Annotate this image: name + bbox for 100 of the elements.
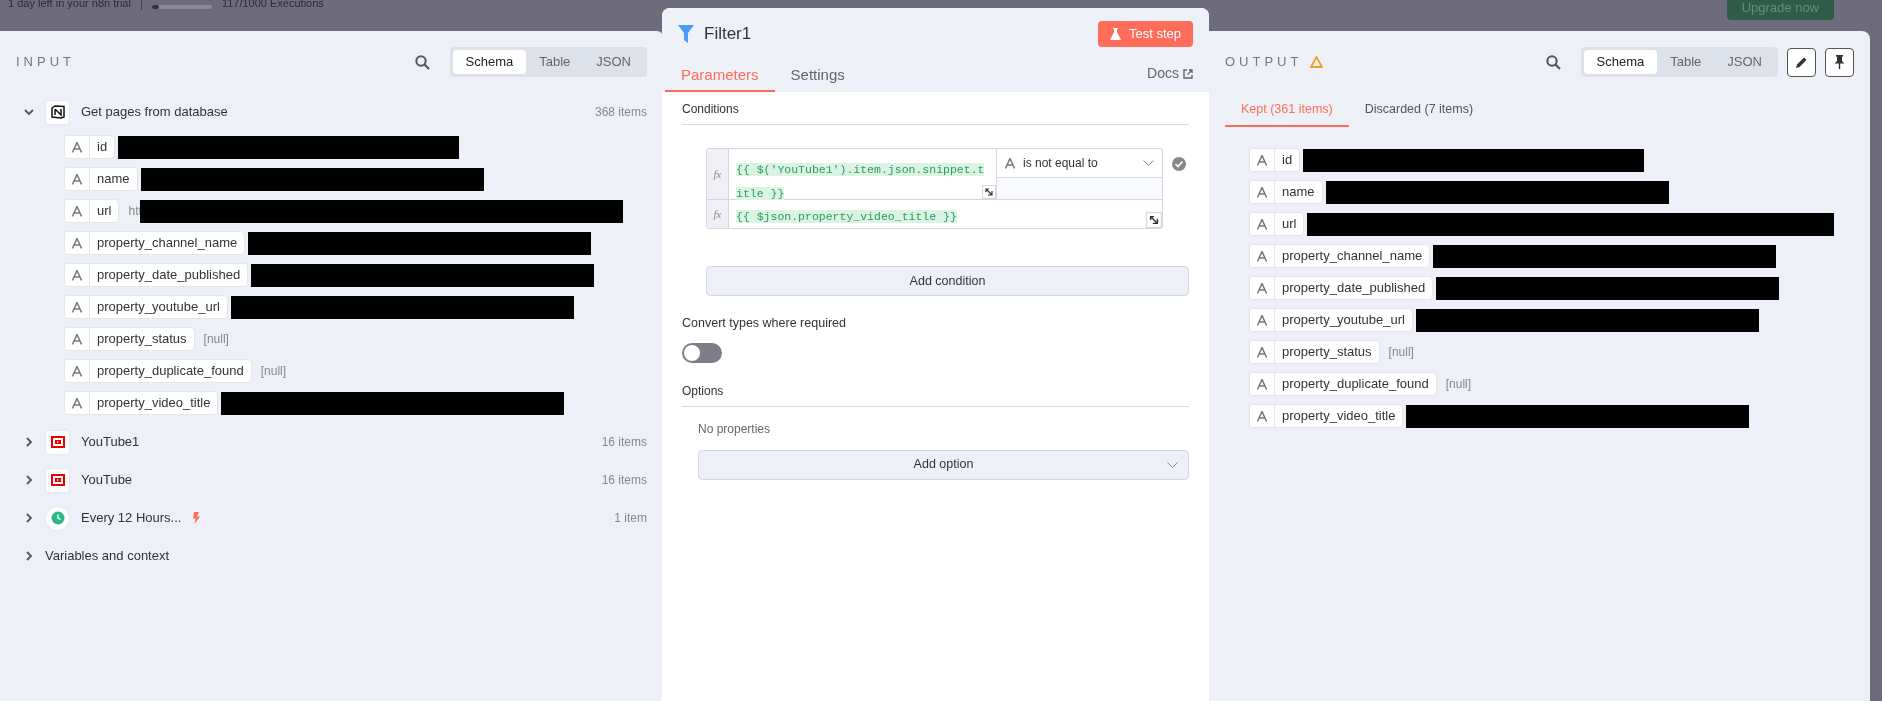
chevron-right-icon[interactable]: [24, 437, 34, 447]
pencil-icon: [1795, 55, 1808, 69]
field-name: id: [1281, 151, 1294, 170]
field-name: url: [1281, 215, 1298, 234]
node-name: YouTube: [81, 471, 133, 490]
field-pill[interactable]: property_duplicate_found: [1249, 372, 1437, 396]
node-title: Filter1: [704, 23, 752, 46]
filter-icon: [678, 25, 694, 43]
string-type-icon: [72, 301, 82, 313]
video-icon: [50, 474, 65, 486]
pin-button[interactable]: [1825, 47, 1854, 77]
chevron-down-icon: [1167, 461, 1178, 469]
video-icon: [50, 436, 65, 448]
field-pill[interactable]: property_video_title: [64, 391, 219, 415]
view-tab[interactable]: Table: [1657, 50, 1715, 74]
field-value: [null]: [1388, 344, 1414, 361]
view-tab[interactable]: Schema: [452, 50, 527, 74]
view-tab[interactable]: JSON: [583, 50, 644, 74]
chevron-down-icon[interactable]: [24, 107, 34, 117]
add-condition-button[interactable]: Add condition: [706, 266, 1189, 296]
search-icon[interactable]: [1545, 54, 1561, 70]
search-icon[interactable]: [414, 54, 430, 70]
view-tab[interactable]: Table: [526, 50, 584, 74]
field-value: [null]: [1445, 376, 1472, 393]
node-row[interactable]: Every 12 Hours... 1 item: [24, 499, 647, 537]
field-pill[interactable]: name: [64, 167, 138, 191]
field-pill[interactable]: property_channel_name: [1249, 244, 1431, 268]
node-row[interactable]: YouTube 16 items: [24, 461, 647, 499]
field-name: property_youtube_url: [96, 298, 221, 317]
clock-icon: [50, 511, 65, 525]
value-field[interactable]: [997, 178, 1162, 199]
variables-row[interactable]: Variables and context: [24, 537, 647, 575]
variables-label: Variables and context: [45, 547, 170, 566]
field-value: [null]: [203, 331, 229, 348]
node-name: Every 12 Hours...: [81, 509, 182, 528]
string-type-icon: [1257, 250, 1267, 262]
chevron-right-icon[interactable]: [24, 551, 34, 561]
field-pill[interactable]: id: [1249, 148, 1301, 172]
pin-icon: [1834, 55, 1845, 69]
expand-icon[interactable]: [1146, 212, 1162, 228]
field-pill[interactable]: name: [1249, 180, 1323, 204]
field-name: property_video_title: [96, 394, 212, 413]
string-type-icon: [1257, 218, 1267, 230]
node-name: Get pages from database: [81, 103, 228, 122]
section-title: Conditions: [682, 100, 1189, 125]
edit-button[interactable]: [1787, 47, 1816, 77]
node-name: YouTube1: [81, 433, 140, 452]
node-row[interactable]: YouTube1 16 items: [24, 423, 647, 461]
string-type-icon: [1257, 186, 1267, 198]
string-type-icon: [72, 397, 82, 409]
field-pill[interactable]: id: [64, 135, 116, 159]
field-pill[interactable]: property_channel_name: [64, 231, 246, 255]
field-pill[interactable]: property_status: [64, 327, 195, 351]
string-type-icon: [72, 205, 82, 217]
node-row[interactable]: Get pages from database 368 items: [24, 93, 647, 131]
empty-message: No properties: [698, 420, 772, 438]
field-pill[interactable]: url: [1249, 212, 1305, 236]
item-count: 16 items: [601, 472, 647, 489]
field-name: property_status: [1281, 343, 1373, 362]
string-type-icon: [72, 269, 82, 281]
check-circle-icon: [1172, 157, 1186, 171]
field-name: property_date_published: [96, 266, 242, 285]
string-type-icon: [72, 173, 82, 185]
field-name: property_channel_name: [1281, 247, 1424, 266]
chevron-right-icon[interactable]: [24, 513, 34, 523]
expand-icon[interactable]: [982, 185, 996, 199]
result-tab[interactable]: Discarded (7 items): [1348, 93, 1490, 127]
field-pill[interactable]: property_date_published: [64, 263, 249, 287]
field-name: name: [96, 170, 131, 189]
item-count: 16 items: [601, 434, 647, 451]
toggle-switch[interactable]: [682, 342, 722, 363]
field-pill[interactable]: property_video_title: [1249, 404, 1404, 428]
field-name: property_status: [96, 330, 188, 349]
view-tab[interactable]: JSON: [1714, 50, 1775, 74]
add-option-button[interactable]: Add option: [698, 449, 1189, 480]
field-pill[interactable]: url: [64, 199, 120, 223]
string-type-icon: [72, 333, 82, 345]
field-name: name: [1281, 183, 1316, 202]
field-pill[interactable]: property_youtube_url: [1249, 308, 1413, 332]
string-type-icon: [72, 365, 82, 377]
panel-tab[interactable]: Settings: [774, 60, 861, 92]
string-type-icon: [1257, 154, 1267, 166]
view-tab[interactable]: Schema: [1583, 50, 1658, 74]
field-pill[interactable]: property_duplicate_found: [64, 359, 252, 383]
field-pill[interactable]: property_youtube_url: [64, 295, 228, 319]
chevron-right-icon[interactable]: [24, 475, 34, 485]
panel-title: OUTPUT: [1225, 53, 1303, 72]
expression-label: fx: [707, 149, 729, 199]
field-name: property_date_published: [1281, 279, 1427, 298]
field-pill[interactable]: property_status: [1249, 340, 1380, 364]
executions-count: 117/1000 Executions: [221, 0, 324, 11]
field-pill[interactable]: property_date_published: [1249, 276, 1434, 300]
field-name: property_video_title: [1281, 407, 1397, 426]
docs-link[interactable]: Docs: [1147, 63, 1193, 84]
external-link-icon: [1183, 68, 1193, 79]
string-type-icon: [72, 237, 82, 249]
field-name: id: [96, 138, 109, 157]
item-count: 368 items: [594, 104, 647, 121]
item-count: 1 item: [614, 510, 647, 527]
string-type-icon: [1257, 410, 1267, 422]
